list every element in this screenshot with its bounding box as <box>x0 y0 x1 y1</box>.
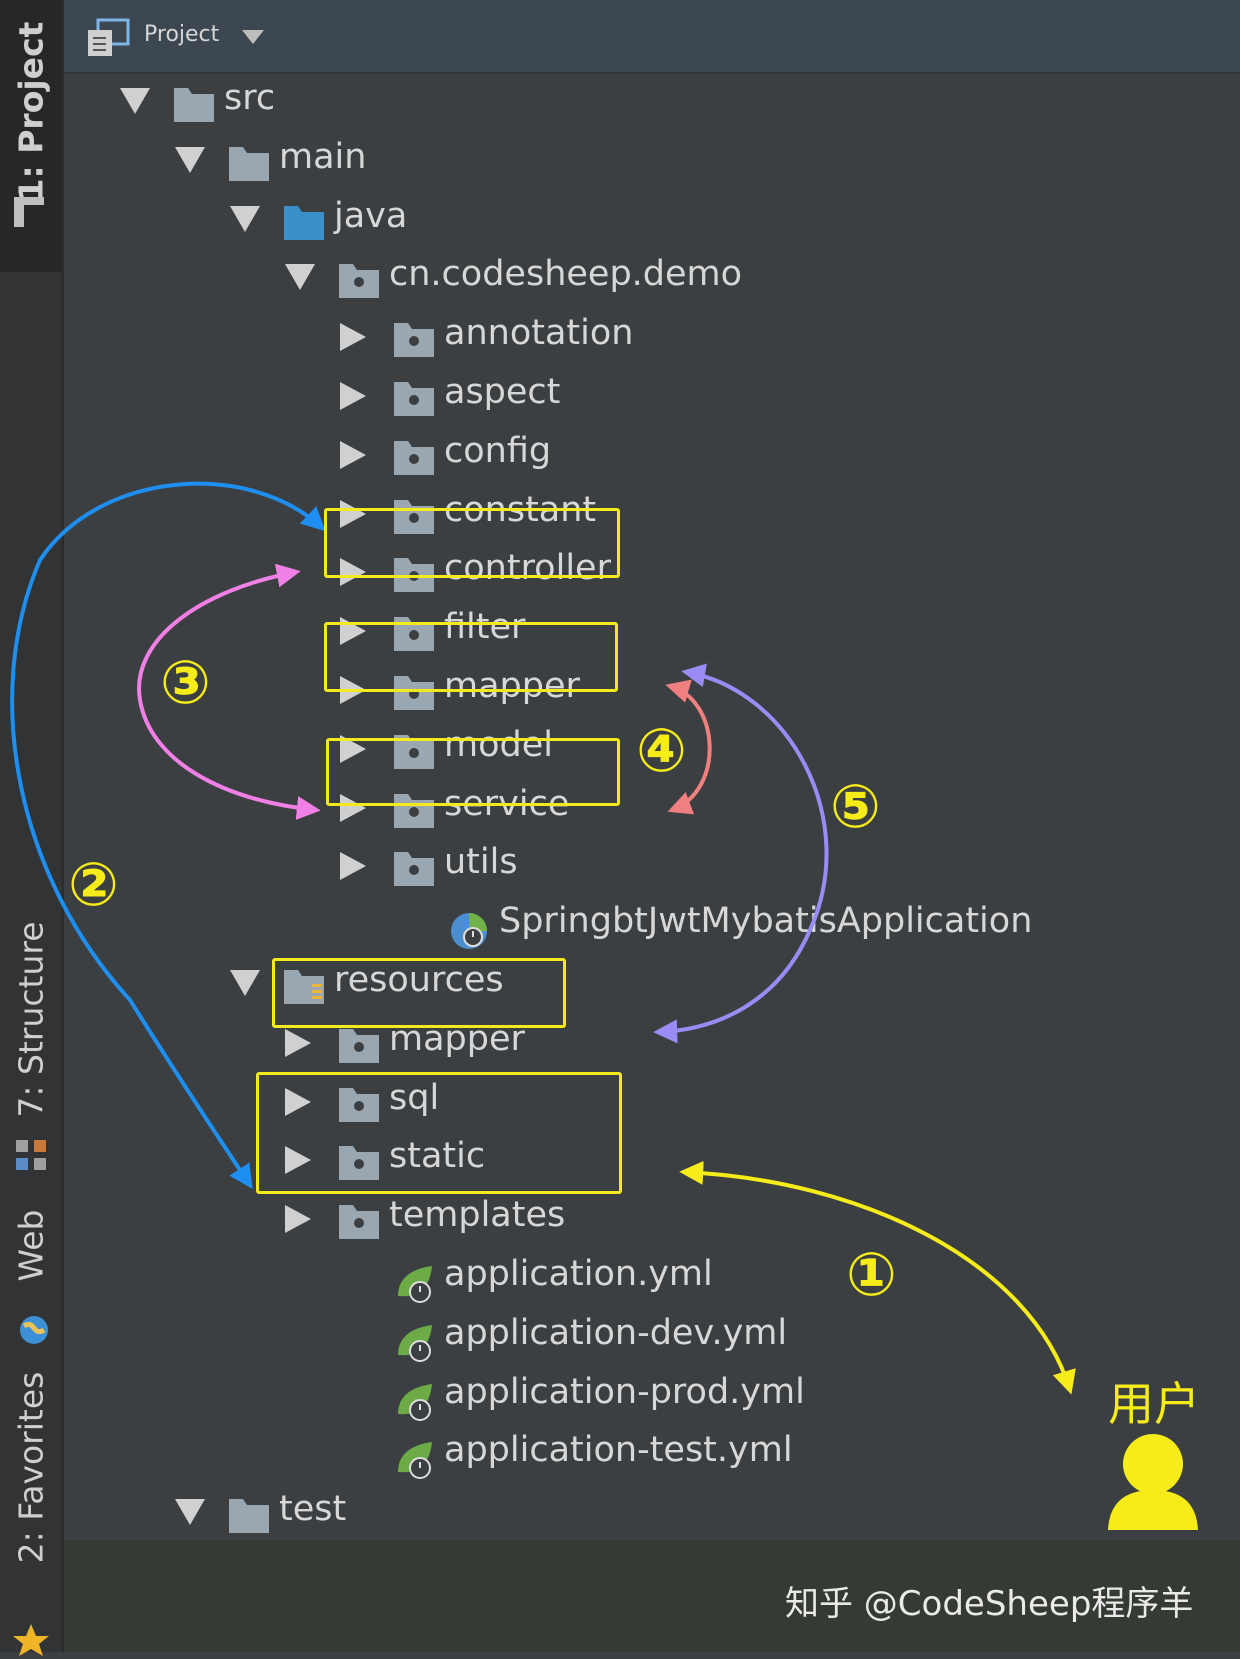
chevron-right-icon[interactable] <box>285 1205 311 1234</box>
star-icon <box>13 1624 49 1656</box>
highlight-resources-mapper <box>272 958 566 1028</box>
tab-favorites[interactable]: 2: Favorites <box>0 1372 62 1656</box>
folder-icon <box>227 143 273 187</box>
package-icon <box>337 1201 383 1245</box>
highlight-static-templates <box>256 1072 622 1194</box>
tree-node-label: java <box>334 195 408 236</box>
tree-node-label: utils <box>444 842 518 883</box>
package-icon <box>392 848 438 892</box>
tab-web[interactable]: Web <box>0 1200 62 1350</box>
chevron-down-icon[interactable] <box>175 1499 205 1526</box>
step-1-label: ① <box>846 1240 897 1310</box>
tree-node-label: SpringbtJwtMybatisApplication <box>499 901 1033 942</box>
package-icon <box>337 1025 383 1069</box>
web-icon <box>20 1316 48 1344</box>
tab-web-label: Web <box>11 1209 51 1282</box>
spring-config-icon <box>392 1378 438 1428</box>
tab-project[interactable]: 1: Project <box>0 0 62 272</box>
tree-node[interactable]: SpringbtJwtMybatisApplication <box>64 897 1164 953</box>
chevron-down-icon[interactable] <box>242 30 264 46</box>
spring-config-icon <box>392 1260 438 1310</box>
tree-node[interactable]: src <box>64 74 1164 130</box>
tree-node[interactable]: resources <box>64 956 1164 1012</box>
highlight-mapper <box>324 622 618 692</box>
project-view-icon <box>88 18 130 56</box>
tree-node[interactable]: test <box>64 1485 1164 1541</box>
source-folder-icon <box>282 202 328 246</box>
chevron-right-icon[interactable] <box>340 440 366 469</box>
tree-node-label: application.yml <box>444 1254 713 1294</box>
tree-node[interactable]: annotation <box>64 309 1164 365</box>
package-icon <box>337 260 383 304</box>
step-2-label: ② <box>68 850 119 920</box>
tree-node-label: application-dev.yml <box>444 1312 788 1353</box>
chevron-down-icon[interactable] <box>230 970 260 996</box>
tree-node[interactable]: application-test.yml <box>64 1426 1164 1482</box>
chevron-down-icon[interactable] <box>175 146 205 173</box>
tree-node[interactable]: templates <box>64 1191 1164 1247</box>
package-icon <box>392 319 438 363</box>
tree-node-label: aspect <box>444 372 561 412</box>
tab-project-label: 1: Project <box>11 21 51 202</box>
tree-node-label: cn.codesheep.demo <box>389 254 743 295</box>
tree-node-label: main <box>279 136 367 177</box>
step-4-label: ④ <box>636 716 687 786</box>
package-icon <box>392 378 438 422</box>
watermark: 知乎 @CodeSheep程序羊 <box>785 1584 1194 1624</box>
tree-node[interactable]: cn.codesheep.demo <box>64 250 1164 306</box>
highlight-controller <box>324 508 620 578</box>
tree-node-label: application-test.yml <box>444 1430 793 1471</box>
tree-node-label: src <box>224 78 276 118</box>
chevron-down-icon[interactable] <box>230 205 260 232</box>
spring-config-icon <box>392 1319 438 1369</box>
tree-node[interactable]: config <box>64 427 1164 483</box>
project-toolbar: Project <box>64 0 1240 74</box>
tree-node[interactable]: application-prod.yml <box>64 1368 1164 1424</box>
tree-node-label: templates <box>389 1195 566 1236</box>
chevron-right-icon[interactable] <box>340 382 366 410</box>
folder-icon <box>227 1495 273 1539</box>
chevron-right-icon[interactable] <box>285 1028 311 1057</box>
tree-node[interactable]: application-dev.yml <box>64 1309 1164 1365</box>
folder-icon <box>172 84 218 128</box>
project-tool-window: Project src main java cn.codesheep.demo anno… <box>64 0 1240 1652</box>
spring-config-icon <box>392 1436 438 1486</box>
tab-favorites-label: 2: Favorites <box>11 1371 51 1564</box>
chevron-down-icon[interactable] <box>120 88 150 114</box>
step-3-label: ③ <box>160 648 211 718</box>
tree-node[interactable]: mapper <box>64 1015 1164 1071</box>
tree-node-label: application-prod.yml <box>444 1371 805 1412</box>
step-5-label: ⑤ <box>830 772 881 842</box>
tree-node[interactable]: main <box>64 133 1164 189</box>
tree-node[interactable]: aspect <box>64 368 1164 424</box>
highlight-service <box>326 738 620 806</box>
tree-node[interactable]: java <box>64 192 1164 248</box>
chevron-down-icon[interactable] <box>285 264 315 291</box>
tab-structure[interactable]: 7: Structure <box>0 880 62 1180</box>
project-tab-icon <box>14 197 44 227</box>
tree-node-label: annotation <box>444 313 634 354</box>
chevron-right-icon[interactable] <box>340 852 366 881</box>
tree-node-label: config <box>444 430 552 471</box>
chevron-right-icon[interactable] <box>340 323 366 352</box>
spring-boot-class-icon <box>447 907 493 957</box>
structure-icon <box>16 1140 46 1170</box>
user-label: 用户 <box>1108 1377 1200 1431</box>
tree-node[interactable]: utils <box>64 838 1164 894</box>
package-icon <box>392 437 438 481</box>
tree-node[interactable]: application.yml <box>64 1250 1164 1306</box>
tree-node-label: test <box>279 1489 347 1530</box>
tool-window-sidebar: 1: Project 7: Structure Web 2: Favorites <box>0 0 64 1656</box>
tab-structure-label: 7: Structure <box>11 921 51 1118</box>
view-selector-label[interactable]: Project <box>144 22 219 47</box>
